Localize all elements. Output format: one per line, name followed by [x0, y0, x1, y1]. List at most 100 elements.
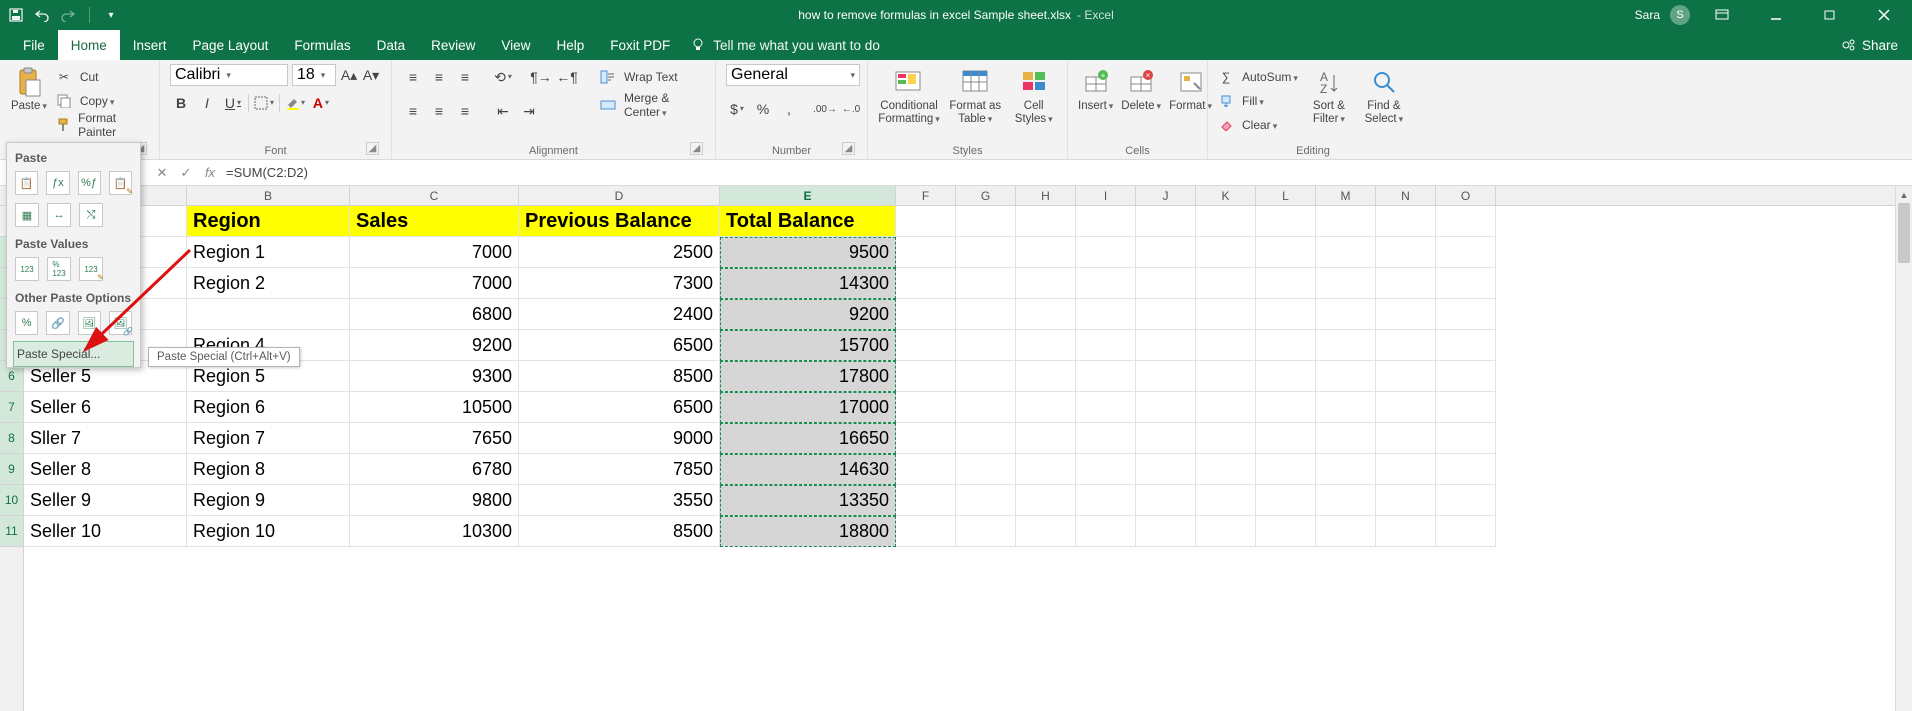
cell[interactable] — [1256, 361, 1316, 392]
conditional-formatting-button[interactable]: Conditional Formatting — [878, 64, 940, 125]
cell[interactable] — [1316, 516, 1376, 547]
ribbon-display-options-icon[interactable] — [1700, 0, 1744, 30]
cell[interactable] — [187, 299, 350, 330]
col-header-J[interactable]: J — [1136, 186, 1196, 205]
cell[interactable] — [1436, 454, 1496, 485]
row-header[interactable]: 9 — [0, 454, 23, 485]
cell[interactable]: 7000 — [350, 268, 519, 299]
cell[interactable] — [896, 361, 956, 392]
cell[interactable]: 9300 — [350, 361, 519, 392]
decrease-indent-icon[interactable]: ⇤ — [492, 100, 514, 122]
format-painter-button[interactable]: Format Painter — [56, 114, 149, 136]
cell[interactable]: 6800 — [350, 299, 519, 330]
cell[interactable] — [1076, 361, 1136, 392]
cell[interactable] — [1196, 516, 1256, 547]
cell[interactable] — [1256, 392, 1316, 423]
cell[interactable] — [1436, 299, 1496, 330]
cell[interactable] — [1256, 237, 1316, 268]
cell[interactable] — [956, 299, 1016, 330]
paste-values-numfmt-icon[interactable]: %123 — [47, 257, 71, 281]
cell[interactable] — [1196, 206, 1256, 237]
cell[interactable]: 6500 — [519, 392, 720, 423]
cell[interactable]: Region — [187, 206, 350, 237]
paste-values-icon[interactable]: 123 — [15, 257, 39, 281]
cell[interactable]: 13350 — [720, 485, 896, 516]
cell[interactable] — [1196, 330, 1256, 361]
col-header-G[interactable]: G — [956, 186, 1016, 205]
cell[interactable] — [896, 485, 956, 516]
cell[interactable] — [1316, 330, 1376, 361]
borders-button[interactable] — [253, 92, 275, 114]
cell[interactable]: 14300 — [720, 268, 896, 299]
paste-formulas-numfmt-icon[interactable]: %ƒ — [78, 171, 101, 195]
tab-view[interactable]: View — [488, 30, 543, 60]
cell[interactable] — [1436, 392, 1496, 423]
cell[interactable] — [1376, 423, 1436, 454]
cell[interactable] — [1316, 299, 1376, 330]
cell[interactable] — [1136, 485, 1196, 516]
cell[interactable] — [1256, 206, 1316, 237]
cell[interactable] — [1316, 454, 1376, 485]
vertical-scrollbar[interactable]: ▲ — [1895, 186, 1912, 711]
copy-button[interactable]: Copy — [56, 90, 149, 112]
cell[interactable] — [1196, 268, 1256, 299]
col-header-K[interactable]: K — [1196, 186, 1256, 205]
cell[interactable] — [896, 330, 956, 361]
cell[interactable] — [1076, 299, 1136, 330]
cell[interactable] — [896, 299, 956, 330]
cell[interactable] — [1196, 361, 1256, 392]
cell[interactable] — [956, 206, 1016, 237]
cell[interactable] — [956, 516, 1016, 547]
col-header-H[interactable]: H — [1016, 186, 1076, 205]
cell[interactable] — [1136, 237, 1196, 268]
cell[interactable] — [1376, 330, 1436, 361]
maximize-button[interactable] — [1808, 0, 1852, 30]
cell[interactable] — [1256, 268, 1316, 299]
cell[interactable] — [1256, 330, 1316, 361]
cell[interactable] — [1136, 423, 1196, 454]
cell[interactable]: 6500 — [519, 330, 720, 361]
cell[interactable]: 8500 — [519, 516, 720, 547]
cell[interactable] — [1016, 237, 1076, 268]
cell[interactable] — [1436, 268, 1496, 299]
cell[interactable] — [1316, 237, 1376, 268]
cell[interactable]: 15700 — [720, 330, 896, 361]
user-avatar[interactable]: S — [1670, 5, 1690, 25]
merge-center-button[interactable]: Merge & Center — [600, 94, 705, 116]
cell[interactable]: Region 9 — [187, 485, 350, 516]
rtl-icon[interactable]: ←¶ — [556, 66, 578, 88]
confirm-entry-icon[interactable]: ✓ — [174, 165, 198, 181]
paste-keep-source-fmt-icon[interactable]: 📋✎ — [109, 171, 132, 195]
cell[interactable]: 9200 — [720, 299, 896, 330]
accounting-format-button[interactable]: $ — [726, 98, 748, 120]
wrap-text-button[interactable]: Wrap Text — [600, 66, 705, 88]
col-header-L[interactable]: L — [1256, 186, 1316, 205]
align-middle-icon[interactable]: ≡ — [428, 66, 450, 88]
font-name-combo[interactable]: Calibri▾ — [170, 64, 288, 86]
align-bottom-icon[interactable]: ≡ — [454, 66, 476, 88]
number-dialog-launcher[interactable]: ◢ — [842, 142, 855, 155]
cell[interactable]: Region 8 — [187, 454, 350, 485]
cell[interactable] — [1136, 330, 1196, 361]
cell[interactable] — [1376, 454, 1436, 485]
paste-all-icon[interactable]: 📋 — [15, 171, 38, 195]
cell[interactable] — [1376, 361, 1436, 392]
cell[interactable] — [956, 423, 1016, 454]
cell[interactable]: Seller 10 — [24, 516, 187, 547]
cell[interactable] — [1316, 392, 1376, 423]
cancel-entry-icon[interactable]: ✕ — [150, 165, 174, 181]
cell[interactable] — [1016, 206, 1076, 237]
cell[interactable] — [1196, 454, 1256, 485]
tab-foxit-pdf[interactable]: Foxit PDF — [597, 30, 683, 60]
cell[interactable] — [1196, 392, 1256, 423]
qat-customize-icon[interactable]: ▾ — [103, 7, 119, 23]
cell[interactable] — [1016, 268, 1076, 299]
cell[interactable]: 9800 — [350, 485, 519, 516]
col-header-B[interactable]: B — [187, 186, 350, 205]
cell[interactable]: 2400 — [519, 299, 720, 330]
cell[interactable] — [1016, 330, 1076, 361]
cell[interactable] — [1136, 454, 1196, 485]
cell[interactable]: 14630 — [720, 454, 896, 485]
cell[interactable]: Seller 9 — [24, 485, 187, 516]
cell[interactable] — [1256, 423, 1316, 454]
